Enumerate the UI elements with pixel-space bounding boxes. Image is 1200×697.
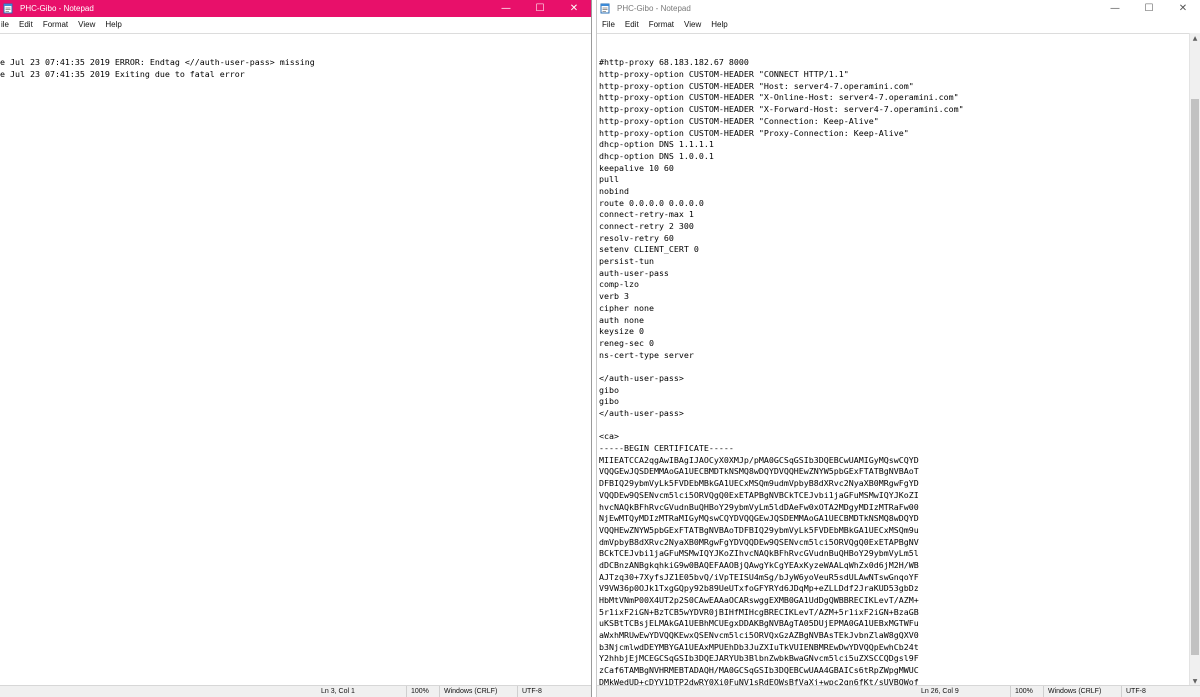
- scroll-up-icon[interactable]: ▲: [1190, 33, 1200, 43]
- menu-edit[interactable]: Edit: [620, 17, 644, 33]
- text-line: [599, 420, 1189, 432]
- text-line: MIIEATCCA2qgAwIBAgIJAOCyX0XMJp/pMA0GCSqG…: [599, 454, 919, 465]
- text-line: http-proxy-option CUSTOM-HEADER "Connect…: [599, 115, 879, 126]
- menu-help[interactable]: Help: [100, 17, 126, 33]
- text-line: gibo: [599, 396, 619, 407]
- window-title: PHC-Gibo - Notepad: [617, 4, 691, 13]
- menu-format[interactable]: Format: [38, 17, 73, 33]
- text-line: </auth-user-pass>: [599, 408, 684, 419]
- text-line: http-proxy-option CUSTOM-HEADER "Proxy-C…: [599, 127, 909, 138]
- text-line: keepalive 10 60: [599, 162, 674, 173]
- text-line: VQQDEw9QSENvcm5lci5ORVQgQ0ExETAPBgNVBCkT…: [599, 489, 919, 500]
- text-line: #http-proxy 68.183.182.67 8000: [599, 57, 749, 68]
- text-editor[interactable]: ue Jul 23 07:41:35 2019 ERROR: Endtag </…: [0, 33, 591, 686]
- text-line: uKSBtTCBsjELMAkGA1UEBhMCUEgxDDAKBgNVBAgT…: [599, 618, 919, 629]
- text-line: -----BEGIN CERTIFICATE-----: [599, 443, 734, 454]
- menu-file[interactable]: File: [597, 17, 620, 33]
- maximize-icon[interactable]: ☐: [523, 0, 557, 17]
- text-line: 5r1ixF2iGN+BzTCB5wYDVR0jBIHfMIHcgBRECIKL…: [599, 606, 919, 617]
- text-line: ue Jul 23 07:41:35 2019 ERROR: Endtag </…: [0, 57, 315, 68]
- status-bar: Ln 3, Col 1 100% Windows (CRLF) UTF-8: [0, 685, 591, 697]
- text-line: resolv-retry 60: [599, 232, 674, 243]
- scrollbar-thumb[interactable]: [1191, 99, 1199, 655]
- menu-bar: File Edit Format View Help: [597, 17, 1200, 33]
- text-line: [599, 361, 1189, 373]
- text-line: aWxhMRUwEwYDVQQKEwxQSENvcm5lci5ORVQxGzAZ…: [599, 630, 919, 641]
- text-line: ue Jul 23 07:41:35 2019 Exiting due to f…: [0, 69, 245, 80]
- cursor-position: Ln 26, Col 9: [921, 688, 959, 695]
- notepad-window-right[interactable]: PHC-Gibo - Notepad — ☐ ✕ File Edit Forma…: [596, 0, 1200, 697]
- line-ending: Windows (CRLF): [1043, 686, 1101, 697]
- text-line: </auth-user-pass>: [599, 372, 684, 383]
- text-editor[interactable]: #http-proxy 68.183.182.67 8000 http-proxy…: [597, 33, 1189, 686]
- text-line: http-proxy-option CUSTOM-HEADER "Host: s…: [599, 80, 914, 91]
- menu-view[interactable]: View: [73, 17, 100, 33]
- text-line: <ca>: [599, 431, 619, 442]
- text-line: V9VW36p0OJk1TxgGQpy92b89UeUTxfoGFYRYd6JD…: [599, 583, 919, 594]
- text-line: comp-lzo: [599, 279, 639, 290]
- text-line: hvcNAQkBFhRvcGVudnBuQHBoY29ybmVyLm5ldDAe…: [599, 501, 919, 512]
- close-icon[interactable]: ✕: [557, 0, 591, 17]
- text-line: http-proxy-option CUSTOM-HEADER "X-Onlin…: [599, 92, 959, 103]
- text-line: auth none: [599, 314, 644, 325]
- text-line: gibo: [599, 384, 619, 395]
- text-line: VQQHEwZNYW5pbGExFTATBgNVBAoTDFBIQ29ybmVy…: [599, 524, 919, 535]
- text-line: ns-cert-type server: [599, 349, 694, 360]
- line-ending: Windows (CRLF): [439, 686, 497, 697]
- notepad-window-left[interactable]: PHC-Gibo - Notepad — ☐ ✕ ile Edit Format…: [0, 0, 592, 697]
- menu-format[interactable]: Format: [644, 17, 679, 33]
- text-line: persist-tun: [599, 256, 654, 267]
- menu-edit[interactable]: Edit: [14, 17, 38, 33]
- status-bar: Ln 26, Col 9 100% Windows (CRLF) UTF-8: [597, 685, 1200, 697]
- text-line: nobind: [599, 185, 629, 196]
- text-line: DFBIQ29ybmVyLk5FVDEbMBkGA1UECxMSQm9udmVp…: [599, 478, 919, 489]
- title-bar[interactable]: PHC-Gibo - Notepad — ☐ ✕: [0, 0, 591, 17]
- menu-view[interactable]: View: [679, 17, 706, 33]
- text-line: BCkTCEJvbi1jaGFuMSMwIQYJKoZIhvcNAQkBFhRv…: [599, 548, 919, 559]
- minimize-icon[interactable]: —: [489, 0, 523, 17]
- text-line: http-proxy-option CUSTOM-HEADER "X-Forwa…: [599, 104, 964, 115]
- menu-file[interactable]: ile: [0, 17, 14, 33]
- maximize-icon[interactable]: ☐: [1132, 0, 1166, 17]
- text-line: AJTzq30+7XyfsJZ1E05bvQ/iVpTEISU4mSg/bJyW…: [599, 571, 919, 582]
- text-line: route 0.0.0.0 0.0.0.0: [599, 197, 704, 208]
- text-line: HbMtVNmP00X4UT2p2S0CAwEAAaOCARswggEXMB0G…: [599, 595, 919, 606]
- text-line: NjEwMTQyMDIzMTRaMIGyMQswCQYDVQQGEwJQSDEM…: [599, 513, 919, 524]
- text-line: reneg-sec 0: [599, 337, 654, 348]
- menu-help[interactable]: Help: [706, 17, 732, 33]
- text-line: cipher none: [599, 302, 654, 313]
- notepad-icon: [2, 3, 14, 15]
- text-line: connect-retry-max 1: [599, 209, 694, 220]
- window-title: PHC-Gibo - Notepad: [20, 4, 94, 13]
- text-line: verb 3: [599, 291, 629, 302]
- minimize-icon[interactable]: —: [1098, 0, 1132, 17]
- cursor-position: Ln 3, Col 1: [321, 688, 355, 695]
- zoom-level: 100%: [406, 686, 429, 697]
- encoding: UTF-8: [517, 686, 542, 697]
- text-line: VQQGEwJQSDEMMAoGA1UECBMDTkNSMQ8wDQYDVQQH…: [599, 466, 919, 477]
- text-line: b3NjcmlwdDEYMBYGA1UEAxMPUEhDb3JuZXIuTkVU…: [599, 641, 919, 652]
- text-line: keysize 0: [599, 326, 644, 337]
- zoom-level: 100%: [1010, 686, 1033, 697]
- text-line: dhcp-option DNS 1.1.1.1: [599, 139, 714, 150]
- text-line: http-proxy-option CUSTOM-HEADER "CONNECT…: [599, 69, 849, 80]
- text-line: pull: [599, 174, 619, 185]
- text-line: zCaf6TAMBgNVHRMEBTADAQH/MA0GCSqGSIb3DQEB…: [599, 665, 919, 676]
- text-line: dmVpbyB8dXRvc2NyaXB0MRgwFgYDVQQDEw9QSENv…: [599, 536, 919, 547]
- notepad-icon: [599, 3, 611, 15]
- menu-bar: ile Edit Format View Help: [0, 17, 591, 33]
- close-icon[interactable]: ✕: [1166, 0, 1200, 17]
- text-line: dhcp-option DNS 1.0.0.1: [599, 150, 714, 161]
- text-line: Y2hhbjEjMCEGCSqGSIb3DQEJARYUb3BlbnZwbkBw…: [599, 653, 919, 664]
- encoding: UTF-8: [1121, 686, 1146, 697]
- vertical-scrollbar[interactable]: ▲ ▼: [1189, 33, 1200, 686]
- text-line: auth-user-pass: [599, 267, 669, 278]
- text-line: setenv CLIENT_CERT 0: [599, 244, 699, 255]
- title-bar[interactable]: PHC-Gibo - Notepad — ☐ ✕: [597, 0, 1200, 17]
- text-line: connect-retry 2 300: [599, 221, 694, 232]
- text-line: dDCBnzANBgkqhkiG9w0BAQEFAAOBjQAwgYkCgYEA…: [599, 559, 919, 570]
